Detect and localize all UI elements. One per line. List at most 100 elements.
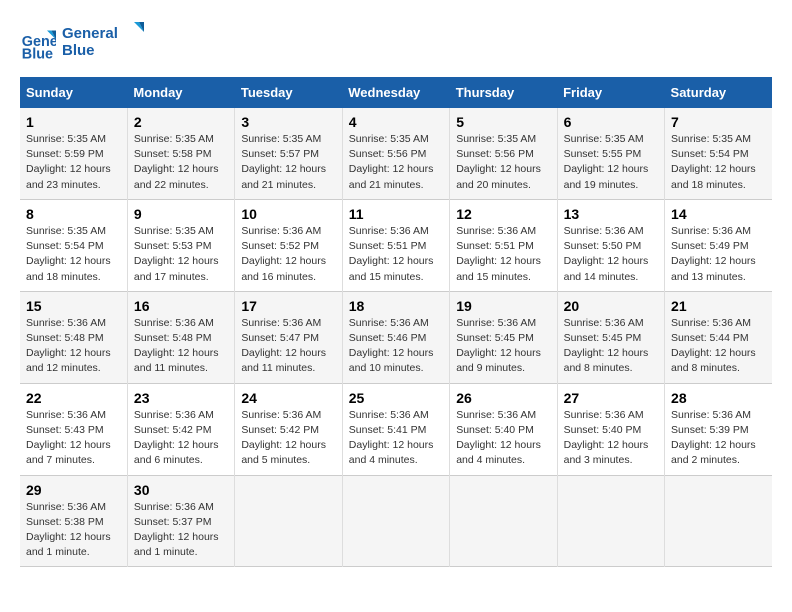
day-info: Sunrise: 5:36 AM Sunset: 5:52 PM Dayligh… [241, 224, 335, 285]
empty-cell [450, 475, 557, 567]
day-info: Sunrise: 5:36 AM Sunset: 5:41 PM Dayligh… [349, 408, 443, 469]
day-cell-11: 11 Sunrise: 5:36 AM Sunset: 5:51 PM Dayl… [342, 199, 449, 291]
day-cell-28: 28 Sunrise: 5:36 AM Sunset: 5:39 PM Dayl… [665, 383, 772, 475]
day-cell-10: 10 Sunrise: 5:36 AM Sunset: 5:52 PM Dayl… [235, 199, 342, 291]
calendar-header-row: SundayMondayTuesdayWednesdayThursdayFrid… [20, 77, 772, 108]
page-header: General Blue General Blue [20, 20, 772, 67]
day-info: Sunrise: 5:36 AM Sunset: 5:42 PM Dayligh… [241, 408, 335, 469]
day-number: 18 [349, 298, 443, 314]
day-number: 12 [456, 206, 550, 222]
day-number: 16 [134, 298, 228, 314]
day-cell-16: 16 Sunrise: 5:36 AM Sunset: 5:48 PM Dayl… [127, 291, 234, 383]
empty-cell [235, 475, 342, 567]
day-number: 25 [349, 390, 443, 406]
day-info: Sunrise: 5:36 AM Sunset: 5:40 PM Dayligh… [564, 408, 658, 469]
day-number: 3 [241, 114, 335, 130]
calendar-table: SundayMondayTuesdayWednesdayThursdayFrid… [20, 77, 772, 567]
day-info: Sunrise: 5:35 AM Sunset: 5:57 PM Dayligh… [241, 132, 335, 193]
day-info: Sunrise: 5:35 AM Sunset: 5:59 PM Dayligh… [26, 132, 121, 193]
header-day-thursday: Thursday [450, 77, 557, 108]
svg-text:General: General [62, 25, 118, 42]
svg-text:Blue: Blue [62, 42, 95, 59]
day-number: 23 [134, 390, 228, 406]
day-cell-15: 15 Sunrise: 5:36 AM Sunset: 5:48 PM Dayl… [20, 291, 127, 383]
day-cell-1: 1 Sunrise: 5:35 AM Sunset: 5:59 PM Dayli… [20, 108, 127, 199]
day-cell-24: 24 Sunrise: 5:36 AM Sunset: 5:42 PM Dayl… [235, 383, 342, 475]
day-cell-29: 29 Sunrise: 5:36 AM Sunset: 5:38 PM Dayl… [20, 475, 127, 567]
day-number: 30 [134, 482, 228, 498]
day-cell-7: 7 Sunrise: 5:35 AM Sunset: 5:54 PM Dayli… [665, 108, 772, 199]
day-number: 4 [349, 114, 443, 130]
calendar-week-4: 22 Sunrise: 5:36 AM Sunset: 5:43 PM Dayl… [20, 383, 772, 475]
day-cell-6: 6 Sunrise: 5:35 AM Sunset: 5:55 PM Dayli… [557, 108, 664, 199]
day-number: 6 [564, 114, 658, 130]
day-number: 14 [671, 206, 766, 222]
day-cell-21: 21 Sunrise: 5:36 AM Sunset: 5:44 PM Dayl… [665, 291, 772, 383]
day-info: Sunrise: 5:36 AM Sunset: 5:48 PM Dayligh… [26, 316, 121, 377]
day-info: Sunrise: 5:35 AM Sunset: 5:53 PM Dayligh… [134, 224, 228, 285]
header-day-sunday: Sunday [20, 77, 127, 108]
logo-text: General Blue [62, 20, 152, 67]
day-number: 8 [26, 206, 121, 222]
day-info: Sunrise: 5:35 AM Sunset: 5:56 PM Dayligh… [349, 132, 443, 193]
day-info: Sunrise: 5:36 AM Sunset: 5:45 PM Dayligh… [456, 316, 550, 377]
day-info: Sunrise: 5:35 AM Sunset: 5:58 PM Dayligh… [134, 132, 228, 193]
empty-cell [342, 475, 449, 567]
calendar-week-2: 8 Sunrise: 5:35 AM Sunset: 5:54 PM Dayli… [20, 199, 772, 291]
day-number: 28 [671, 390, 766, 406]
logo: General Blue General Blue [20, 20, 152, 67]
day-number: 7 [671, 114, 766, 130]
day-info: Sunrise: 5:36 AM Sunset: 5:37 PM Dayligh… [134, 500, 228, 561]
day-number: 2 [134, 114, 228, 130]
day-number: 13 [564, 206, 658, 222]
day-cell-8: 8 Sunrise: 5:35 AM Sunset: 5:54 PM Dayli… [20, 199, 127, 291]
day-info: Sunrise: 5:35 AM Sunset: 5:54 PM Dayligh… [26, 224, 121, 285]
day-info: Sunrise: 5:36 AM Sunset: 5:40 PM Dayligh… [456, 408, 550, 469]
day-cell-25: 25 Sunrise: 5:36 AM Sunset: 5:41 PM Dayl… [342, 383, 449, 475]
day-number: 24 [241, 390, 335, 406]
day-info: Sunrise: 5:36 AM Sunset: 5:49 PM Dayligh… [671, 224, 766, 285]
day-number: 1 [26, 114, 121, 130]
day-cell-26: 26 Sunrise: 5:36 AM Sunset: 5:40 PM Dayl… [450, 383, 557, 475]
day-number: 9 [134, 206, 228, 222]
day-cell-23: 23 Sunrise: 5:36 AM Sunset: 5:42 PM Dayl… [127, 383, 234, 475]
svg-text:Blue: Blue [22, 46, 53, 62]
day-number: 26 [456, 390, 550, 406]
header-day-friday: Friday [557, 77, 664, 108]
calendar-week-3: 15 Sunrise: 5:36 AM Sunset: 5:48 PM Dayl… [20, 291, 772, 383]
day-info: Sunrise: 5:35 AM Sunset: 5:54 PM Dayligh… [671, 132, 766, 193]
day-number: 27 [564, 390, 658, 406]
day-info: Sunrise: 5:36 AM Sunset: 5:50 PM Dayligh… [564, 224, 658, 285]
day-cell-27: 27 Sunrise: 5:36 AM Sunset: 5:40 PM Dayl… [557, 383, 664, 475]
empty-cell [557, 475, 664, 567]
day-info: Sunrise: 5:36 AM Sunset: 5:45 PM Dayligh… [564, 316, 658, 377]
day-number: 20 [564, 298, 658, 314]
day-cell-22: 22 Sunrise: 5:36 AM Sunset: 5:43 PM Dayl… [20, 383, 127, 475]
day-info: Sunrise: 5:36 AM Sunset: 5:42 PM Dayligh… [134, 408, 228, 469]
logo-icon: General Blue [20, 26, 56, 62]
day-info: Sunrise: 5:36 AM Sunset: 5:48 PM Dayligh… [134, 316, 228, 377]
day-number: 10 [241, 206, 335, 222]
day-number: 22 [26, 390, 121, 406]
day-cell-3: 3 Sunrise: 5:35 AM Sunset: 5:57 PM Dayli… [235, 108, 342, 199]
day-info: Sunrise: 5:35 AM Sunset: 5:56 PM Dayligh… [456, 132, 550, 193]
day-number: 5 [456, 114, 550, 130]
day-cell-20: 20 Sunrise: 5:36 AM Sunset: 5:45 PM Dayl… [557, 291, 664, 383]
day-info: Sunrise: 5:36 AM Sunset: 5:38 PM Dayligh… [26, 500, 121, 561]
day-number: 15 [26, 298, 121, 314]
day-number: 21 [671, 298, 766, 314]
day-cell-2: 2 Sunrise: 5:35 AM Sunset: 5:58 PM Dayli… [127, 108, 234, 199]
day-cell-17: 17 Sunrise: 5:36 AM Sunset: 5:47 PM Dayl… [235, 291, 342, 383]
day-number: 19 [456, 298, 550, 314]
day-cell-14: 14 Sunrise: 5:36 AM Sunset: 5:49 PM Dayl… [665, 199, 772, 291]
day-info: Sunrise: 5:36 AM Sunset: 5:43 PM Dayligh… [26, 408, 121, 469]
header-day-tuesday: Tuesday [235, 77, 342, 108]
day-cell-9: 9 Sunrise: 5:35 AM Sunset: 5:53 PM Dayli… [127, 199, 234, 291]
day-info: Sunrise: 5:36 AM Sunset: 5:39 PM Dayligh… [671, 408, 766, 469]
day-info: Sunrise: 5:36 AM Sunset: 5:44 PM Dayligh… [671, 316, 766, 377]
day-info: Sunrise: 5:36 AM Sunset: 5:46 PM Dayligh… [349, 316, 443, 377]
day-info: Sunrise: 5:36 AM Sunset: 5:51 PM Dayligh… [349, 224, 443, 285]
day-cell-12: 12 Sunrise: 5:36 AM Sunset: 5:51 PM Dayl… [450, 199, 557, 291]
calendar-week-5: 29 Sunrise: 5:36 AM Sunset: 5:38 PM Dayl… [20, 475, 772, 567]
header-day-wednesday: Wednesday [342, 77, 449, 108]
